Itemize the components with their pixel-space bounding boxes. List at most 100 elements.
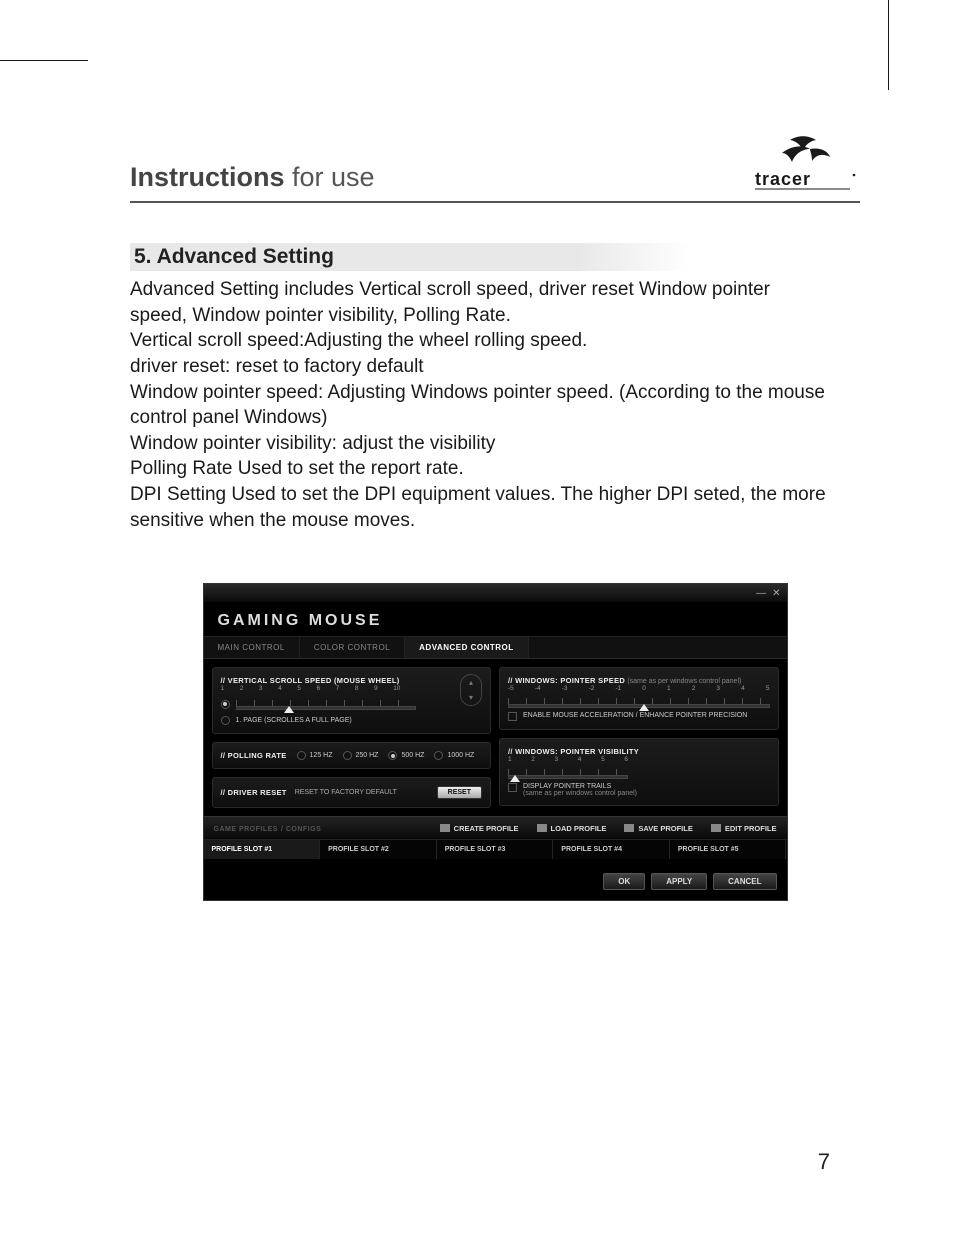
polling-label: 500 HZ — [401, 752, 424, 759]
radio-icon — [221, 700, 230, 709]
mouse-wheel-icon: ▴▾ — [460, 674, 482, 706]
profile-slot-4[interactable]: PROFILE SLOT #4 — [553, 840, 670, 859]
pspeed-accel-label: ENABLE MOUSE ACCELERATION / ENHANCE POIN… — [523, 712, 747, 719]
profile-slot-3[interactable]: PROFILE SLOT #3 — [437, 840, 554, 859]
para-7: DPI Setting Used to set the DPI equipmen… — [130, 484, 826, 531]
profiles-bar: GAME PROFILES / CONFIGS CREATE PROFILE L… — [204, 816, 787, 839]
panels-area: // VERTICAL SCROLL SPEED (MOUSE WHEEL) ▴… — [204, 659, 787, 816]
pspeed-title: // WINDOWS: POINTER SPEED — [508, 676, 625, 685]
radio-icon — [434, 751, 443, 760]
vscroll-slider[interactable] — [236, 700, 416, 710]
profile-slot-2[interactable]: PROFILE SLOT #2 — [320, 840, 437, 859]
polling-label: 1000 HZ — [447, 752, 474, 759]
plus-icon — [440, 824, 450, 832]
para-4: Window pointer speed: Adjusting Windows … — [130, 382, 825, 429]
tabs: MAIN CONTROL COLOR CONTROL ADVANCED CONT… — [204, 637, 787, 659]
create-profile-button[interactable]: CREATE PROFILE — [440, 824, 519, 833]
disk-icon — [624, 824, 634, 832]
crop-mark-horizontal — [0, 60, 88, 61]
right-column: // WINDOWS: POINTER SPEED (same as per w… — [499, 667, 779, 808]
wrench-icon — [711, 824, 721, 832]
tick: 1 — [221, 685, 225, 692]
profile-slot-5[interactable]: PROFILE SLOT #5 — [670, 840, 787, 859]
load-profile-button[interactable]: LOAD PROFILE — [537, 824, 607, 833]
tab-color-control[interactable]: COLOR CONTROL — [300, 637, 405, 658]
para-3: driver reset: reset to factory default — [130, 356, 424, 377]
apply-button[interactable]: APPLY — [651, 873, 707, 890]
save-profile-label: SAVE PROFILE — [638, 824, 692, 833]
save-profile-button[interactable]: SAVE PROFILE — [624, 824, 692, 833]
tab-advanced-control[interactable]: ADVANCED CONTROL — [405, 637, 529, 658]
header-divider — [130, 201, 860, 203]
tick: -2 — [589, 685, 595, 692]
pspeed-accel-check[interactable]: ENABLE MOUSE ACCELERATION / ENHANCE POIN… — [508, 712, 770, 721]
tick: 3 — [259, 685, 263, 692]
vscroll-radio-slider[interactable] — [221, 694, 483, 714]
pspeed-ticks: -5 -4 -3 -2 -1 0 1 2 3 4 5 — [508, 685, 770, 692]
para-1: Advanced Setting includes Vertical scrol… — [130, 279, 770, 326]
reset-button[interactable]: RESET — [437, 786, 482, 799]
profiles-title-text: GAME PROFILES — [214, 826, 278, 833]
page-header: Instructions for use tracer — [130, 135, 860, 193]
panel-pointer-visibility: // WINDOWS: POINTER VISIBILITY 1 2 3 4 5… — [499, 738, 779, 806]
pspeed-sub: (same as per windows control panel) — [627, 678, 741, 685]
tick: 3 — [716, 685, 720, 692]
profile-slot-1[interactable]: PROFILE SLOT #1 — [204, 840, 321, 859]
tick: 4 — [278, 685, 282, 692]
tick: 1 — [508, 756, 512, 763]
radio-icon — [221, 716, 230, 725]
driver-reset-label: RESET TO FACTORY DEFAULT — [295, 789, 397, 796]
tick: 5 — [766, 685, 770, 692]
tick: -3 — [562, 685, 568, 692]
app-titlebar: — ✕ — [204, 584, 787, 602]
page-number: 7 — [818, 1149, 830, 1175]
close-icon[interactable]: ✕ — [772, 588, 780, 599]
profiles-title: GAME PROFILES / CONFIGS — [214, 823, 322, 833]
minimize-icon[interactable]: — — [756, 588, 766, 599]
polling-500[interactable]: 500 HZ — [388, 751, 424, 760]
vscroll-radio-fullpage[interactable]: 1. PAGE (SCROLLES A FULL PAGE) — [221, 716, 483, 725]
pvis-title: // WINDOWS: POINTER VISIBILITY — [508, 747, 770, 756]
slider-thumb-icon[interactable] — [284, 706, 294, 713]
tick: -1 — [615, 685, 621, 692]
slider-thumb-icon[interactable] — [510, 775, 520, 782]
polling-1000[interactable]: 1000 HZ — [434, 751, 474, 760]
cancel-button[interactable]: CANCEL — [713, 873, 776, 890]
create-profile-label: CREATE PROFILE — [454, 824, 519, 833]
tick: 6 — [624, 756, 628, 763]
page-title-light: for use — [285, 162, 375, 192]
pspeed-slider[interactable] — [508, 698, 770, 708]
ok-button[interactable]: OK — [603, 873, 645, 890]
para-5: Window pointer visibility: adjust the vi… — [130, 433, 495, 454]
polling-125[interactable]: 125 HZ — [297, 751, 333, 760]
vscroll-title: // VERTICAL SCROLL SPEED (MOUSE WHEEL) — [221, 676, 483, 685]
page-title: Instructions for use — [130, 162, 375, 193]
pvis-slider[interactable] — [508, 769, 628, 779]
pvis-sub: (same as per windows control panel) — [523, 790, 637, 797]
tick: 4 — [741, 685, 745, 692]
profile-slots: PROFILE SLOT #1 PROFILE SLOT #2 PROFILE … — [204, 839, 787, 859]
tick: 2 — [692, 685, 696, 692]
vscroll-ticks: 1 2 3 4 5 6 7 8 9 10 — [221, 685, 401, 692]
edit-profile-label: EDIT PROFILE — [725, 824, 777, 833]
vscroll-fullpage-label: 1. PAGE (SCROLLES A FULL PAGE) — [236, 717, 352, 724]
tick: 8 — [355, 685, 359, 692]
page-content: Instructions for use tracer 5. Advanced … — [130, 135, 860, 901]
slider-thumb-icon[interactable] — [639, 704, 649, 711]
tab-main-control[interactable]: MAIN CONTROL — [204, 637, 300, 658]
edit-profile-button[interactable]: EDIT PROFILE — [711, 824, 777, 833]
radio-icon — [343, 751, 352, 760]
checkbox-icon — [508, 783, 517, 792]
tick: 0 — [642, 685, 646, 692]
tick: 10 — [393, 685, 400, 692]
polling-250[interactable]: 250 HZ — [343, 751, 379, 760]
tick: 5 — [297, 685, 301, 692]
pvis-ticks: 1 2 3 4 5 6 — [508, 756, 628, 763]
load-profile-label: LOAD PROFILE — [551, 824, 607, 833]
tick: 5 — [601, 756, 605, 763]
pvis-trails-check[interactable]: DISPLAY POINTER TRAILS (same as per wind… — [508, 783, 770, 797]
app-window: — ✕ GAMING MOUSE MAIN CONTROL COLOR CONT… — [203, 583, 788, 901]
crop-mark-vertical — [888, 0, 889, 90]
profiles-sub: / CONFIGS — [281, 826, 321, 833]
section-heading: 5. Advanced Setting — [130, 243, 690, 271]
